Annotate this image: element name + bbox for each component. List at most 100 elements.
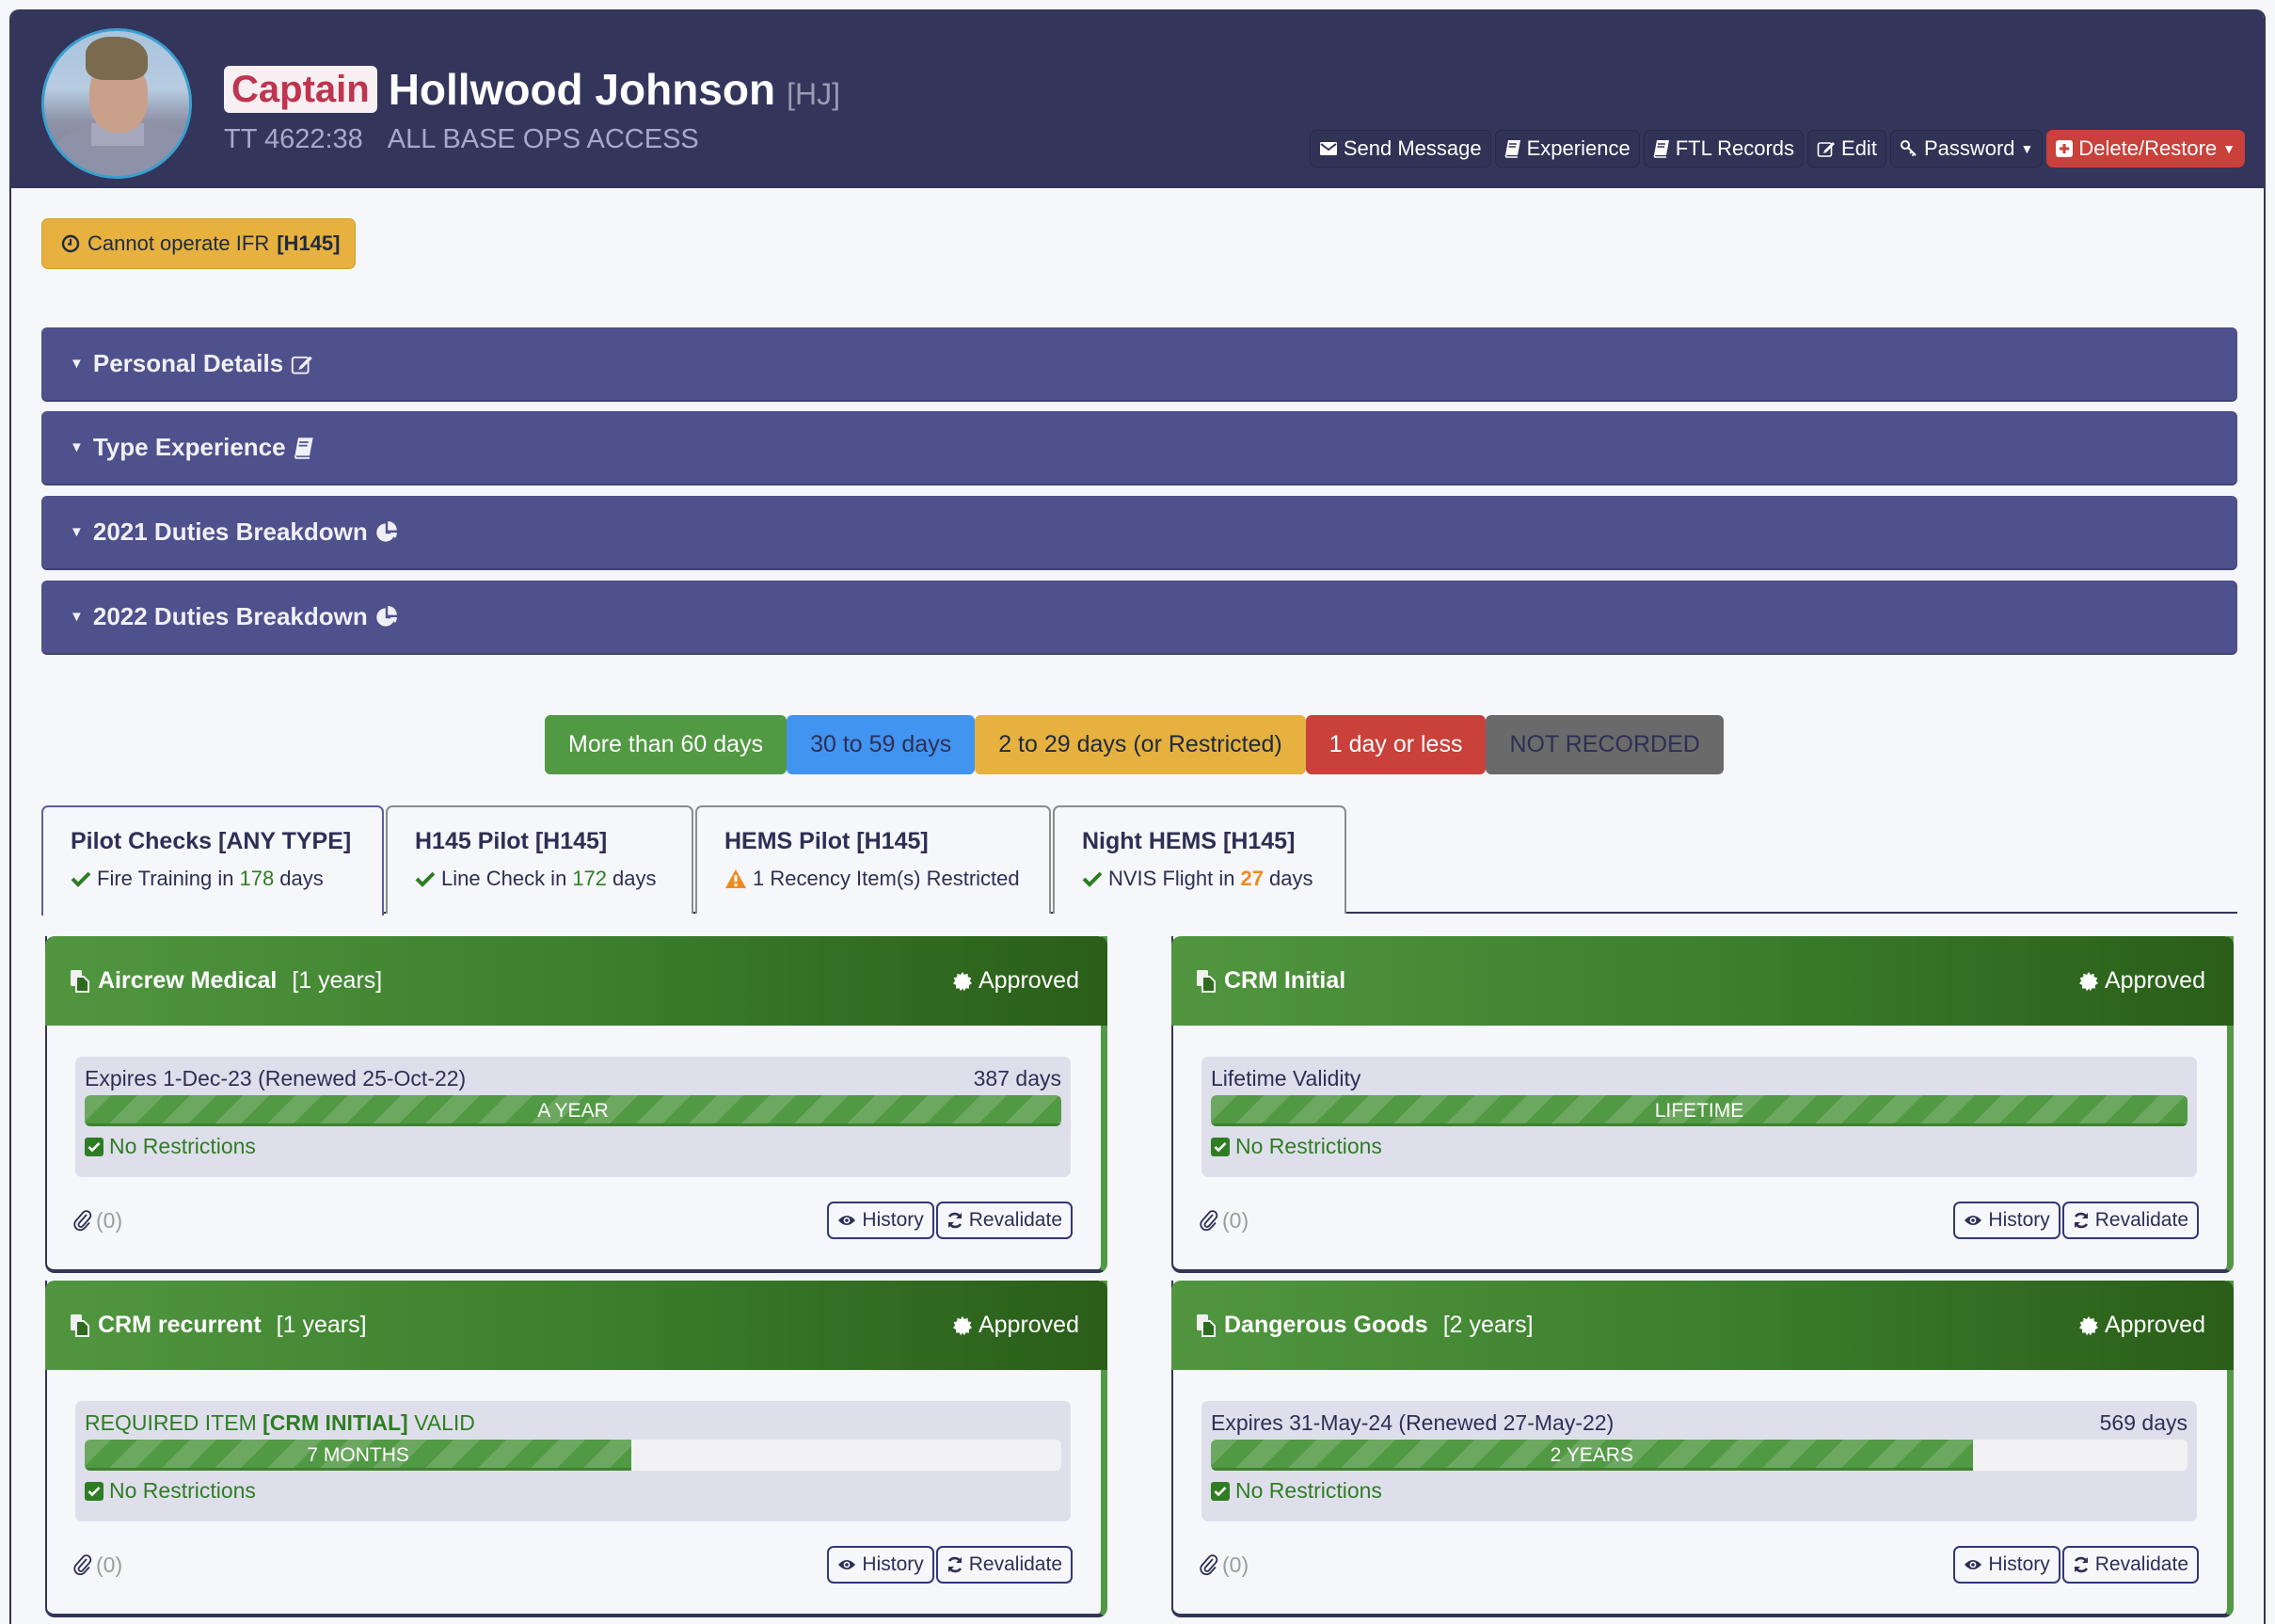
history-button[interactable]: History [827, 1202, 934, 1239]
delete-restore-dropdown-button[interactable]: Delete/Restore ▼ [2046, 130, 2245, 167]
history-button[interactable]: History [1953, 1202, 2060, 1239]
card-status: Approved [978, 1312, 1079, 1338]
card-header: CRM recurrent [1 years] Approved [45, 1281, 1107, 1370]
validity-progress-label: 7 MONTHS [307, 1444, 409, 1466]
caret-down-icon: ▼ [70, 524, 84, 540]
profile-title: Captain Hollwood Johnson [HJ] [224, 64, 840, 115]
refresh-icon [947, 1212, 963, 1229]
card-title: Aircrew Medical [98, 967, 278, 994]
access-level: ALL BASE OPS ACCESS [387, 124, 699, 154]
qualification-card-crm-recurrent: CRM recurrent [1 years] Approved REQUIRE… [45, 1281, 1107, 1617]
avatar [41, 28, 192, 179]
edit-icon [1817, 139, 1836, 158]
attachment-count: (0) [1222, 1552, 1249, 1577]
attachment-count: (0) [96, 1552, 123, 1577]
check-icon [71, 870, 91, 887]
edit-button[interactable]: Edit [1807, 130, 1886, 167]
accordion-type-experience[interactable]: ▼ Type Experience [41, 411, 2237, 486]
card-status: Approved [2104, 1312, 2205, 1338]
document-copy-icon [1196, 969, 1217, 994]
history-button[interactable]: History [827, 1546, 934, 1584]
legend-1-day-or-less: 1 day or less [1305, 715, 1487, 774]
password-dropdown-button[interactable]: Password ▼ [1889, 130, 2044, 167]
restriction-status: No Restrictions [1211, 1478, 2188, 1504]
card-title: Dangerous Goods [1224, 1312, 1428, 1338]
caret-down-icon: ▼ [70, 609, 84, 625]
tab-night-hems[interactable]: Night HEMS [H145] NVIS Flight in 27 days [1053, 805, 1346, 914]
card-period: [1 years] [292, 967, 383, 994]
tab-hems-pilot[interactable]: HEMS Pilot [H145] 1 Recency Item(s) Rest… [695, 805, 1051, 914]
revalidate-button[interactable]: Revalidate [2061, 1546, 2199, 1584]
card-title: CRM Initial [1224, 967, 1346, 994]
certificate-icon [952, 971, 973, 992]
card-header: Dangerous Goods [2 years] Approved [1171, 1281, 2234, 1370]
paperclip-icon [73, 1553, 92, 1576]
book-icon [294, 437, 314, 459]
pie-chart-icon [375, 605, 398, 629]
certificate-icon [2078, 1315, 2099, 1336]
card-validity: Expires 1-Dec-23 (Renewed 25-Oct-22) 387… [75, 1057, 1071, 1177]
restriction-status: No Restrictions [85, 1134, 1061, 1159]
key-icon [1900, 139, 1918, 158]
attachment-count: (0) [1222, 1207, 1249, 1233]
checkbox-checked-icon [1211, 1137, 1230, 1156]
validity-progress-label: 2 YEARS [1550, 1444, 1633, 1466]
card-header: CRM Initial Approved [1171, 936, 2234, 1026]
qualification-card-aircrew-medical: Aircrew Medical [1 years] Approved Expir… [45, 936, 1107, 1273]
validity-progress-bar: A YEAR [85, 1095, 1061, 1126]
validity-text: REQUIRED ITEM [CRM INITIAL] VALID [85, 1410, 475, 1435]
caret-down-icon: ▼ [2222, 141, 2235, 156]
attachments-link[interactable]: (0) [73, 1208, 122, 1234]
attachments-link[interactable]: (0) [1200, 1208, 1249, 1234]
check-icon [1082, 870, 1103, 887]
card-validity: REQUIRED ITEM [CRM INITIAL] VALID 7 MONT… [75, 1401, 1071, 1521]
revalidate-button[interactable]: Revalidate [935, 1546, 1073, 1584]
tab-pilot-checks[interactable]: Pilot Checks [ANY TYPE] Fire Training in… [41, 805, 384, 915]
refresh-icon [947, 1556, 963, 1573]
header-actions: Send Message Experience FTL Records Edit [1309, 130, 2245, 167]
paperclip-icon [1200, 1209, 1218, 1232]
total-time: TT 4622:38 [224, 124, 363, 154]
qualification-card-crm-initial: CRM Initial Approved Lifetime Validity L… [1171, 936, 2234, 1273]
accordion-personal-details[interactable]: ▼ Personal Details [41, 327, 2237, 402]
ftl-records-button[interactable]: FTL Records [1643, 130, 1805, 167]
checkbox-checked-icon [85, 1137, 103, 1156]
card-validity: Expires 31-May-24 (Renewed 27-May-22) 56… [1201, 1401, 2197, 1521]
checkbox-checked-icon [1211, 1481, 1230, 1501]
pie-chart-icon [375, 520, 398, 544]
attachments-link[interactable]: (0) [73, 1552, 122, 1578]
revalidate-button[interactable]: Revalidate [935, 1202, 1073, 1239]
accordion-2022-duties-breakdown[interactable]: ▼ 2022 Duties Breakdown [41, 581, 2237, 655]
card-period: [1 years] [276, 1312, 367, 1338]
revalidate-button[interactable]: Revalidate [2061, 1202, 2199, 1239]
caret-down-icon: ▼ [2020, 141, 2034, 156]
checkbox-checked-icon [85, 1481, 103, 1501]
card-status: Approved [2104, 967, 2205, 994]
document-copy-icon [70, 1314, 90, 1338]
card-header: Aircrew Medical [1 years] Approved [45, 936, 1107, 1026]
eye-icon [1964, 1558, 1982, 1571]
validity-progress-label: A YEAR [537, 1100, 609, 1122]
certificate-icon [952, 1315, 973, 1336]
accordion-2021-duties-breakdown[interactable]: ▼ 2021 Duties Breakdown [41, 496, 2237, 570]
experience-button[interactable]: Experience [1494, 130, 1640, 167]
rank-badge: Captain [224, 66, 377, 113]
document-copy-icon [70, 969, 90, 994]
days-remaining: 569 days [2099, 1410, 2188, 1435]
caret-down-icon: ▼ [70, 439, 84, 455]
validity-progress-bar: 2 YEARS [1211, 1440, 2188, 1471]
eye-icon [837, 1558, 856, 1571]
profile-subline: TT 4622:38 ALL BASE OPS ACCESS [224, 124, 699, 155]
eye-icon [1964, 1214, 1982, 1227]
refresh-icon [2073, 1556, 2090, 1573]
refresh-icon [2073, 1212, 2090, 1229]
edit-icon [291, 353, 313, 375]
tab-h145-pilot[interactable]: H145 Pilot [H145] Line Check in 172 days [386, 805, 693, 914]
attachments-link[interactable]: (0) [1200, 1552, 1249, 1578]
plus-square-icon [2056, 140, 2074, 157]
validity-legend: More than 60 days 30 to 59 days 2 to 29 … [545, 715, 1724, 774]
restriction-status: No Restrictions [85, 1478, 1061, 1504]
send-message-button[interactable]: Send Message [1309, 130, 1491, 167]
history-button[interactable]: History [1953, 1546, 2060, 1584]
ifr-restriction-button[interactable]: Cannot operate IFR [H145] [41, 218, 356, 269]
